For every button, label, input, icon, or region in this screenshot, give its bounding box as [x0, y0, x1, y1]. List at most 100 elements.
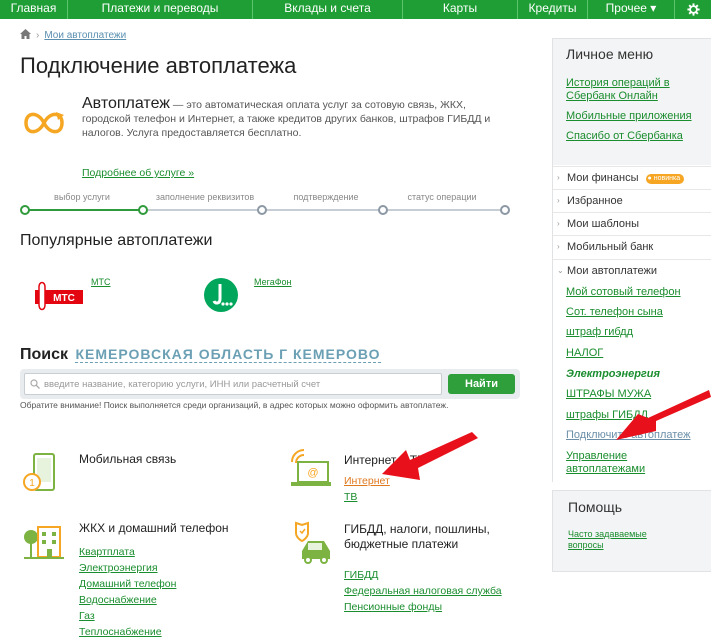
- link-tv[interactable]: ТВ: [344, 489, 390, 505]
- new-badge: ● новинка: [645, 174, 685, 184]
- step-label-details: заполнение реквизитов: [155, 192, 255, 202]
- autopay-son-phone[interactable]: Сот. телефон сына: [566, 306, 663, 319]
- step-label-select: выбор услуги: [54, 192, 110, 202]
- link-heating[interactable]: Теплоснабжение: [79, 624, 176, 640]
- category-housing-links: Квартплата Электроэнергия Домашний телеф…: [79, 544, 176, 640]
- menu-my-autopayments[interactable]: ⌄ Мои автоплатежи: [553, 259, 711, 281]
- personal-menu-title: Личное меню: [566, 46, 654, 62]
- faq-link[interactable]: Часто задаваемые вопросы: [568, 529, 663, 551]
- link-operations-history[interactable]: История операций в Сбербанк Онлайн: [566, 77, 711, 103]
- autopay-gibdd-fine[interactable]: штраф гибдд: [566, 326, 633, 339]
- search-region-link[interactable]: КЕМЕРОВСКАЯ ОБЛАСТЬ Г КЕМЕРОВО: [75, 346, 381, 363]
- popular-mts-link[interactable]: МТС: [91, 277, 111, 287]
- autopay-manage-link[interactable]: Управление автоплатежами: [566, 450, 676, 476]
- category-gibdd-title-line1: ГИБДД, налоги, пошлины,: [344, 522, 490, 536]
- nav-cards[interactable]: Карты: [403, 0, 518, 19]
- search-input[interactable]: введите название, категорию услуги, ИНН …: [24, 373, 442, 395]
- link-mobile-apps[interactable]: Мобильные приложения: [566, 110, 711, 123]
- car-badge-icon: [295, 521, 330, 564]
- new-badge-label: новинка: [653, 175, 681, 182]
- category-internet-links: Интернет ТВ: [344, 473, 390, 505]
- category-mobile-title[interactable]: Мобильная связь: [79, 452, 176, 466]
- link-gas[interactable]: Газ: [79, 608, 176, 624]
- autopay-tax[interactable]: НАЛОГ: [566, 347, 603, 360]
- breadcrumb-separator: ›: [36, 30, 40, 41]
- building-icon: [24, 526, 64, 559]
- step-dot: [378, 205, 388, 215]
- mts-logo-icon: МТС: [35, 281, 83, 311]
- step-label-status: статус операции: [407, 192, 477, 202]
- megafon-logo-icon: [204, 278, 238, 312]
- nav-credits[interactable]: Кредиты: [518, 0, 588, 19]
- search-placeholder: введите название, категорию услуги, ИНН …: [44, 379, 321, 390]
- menu-favorites-label: Избранное: [567, 195, 623, 207]
- steps-track-done: [24, 209, 142, 211]
- link-pension-funds[interactable]: Пенсионные фонды: [344, 599, 502, 615]
- popular-megafon-link[interactable]: МегаФон: [254, 277, 292, 287]
- progress-steps: выбор услуги заполнение реквизитов подтв…: [20, 192, 510, 218]
- help-title: Помощь: [568, 499, 623, 515]
- autopay-my-phone[interactable]: Мой сотовый телефон: [566, 286, 681, 299]
- help-panel: Помощь Часто задаваемые вопросы: [552, 490, 711, 572]
- autopay-electricity[interactable]: Электроэнергия: [566, 368, 660, 381]
- category-internet: @ Интернет и ТВ Интернет ТВ: [288, 448, 548, 508]
- more-about-service-link[interactable]: Подробнее об услуге »: [82, 167, 194, 179]
- menu-templates-label: Мои шаблоны: [567, 218, 639, 230]
- category-internet-title: Интернет и ТВ: [344, 453, 426, 467]
- settings-gear-icon[interactable]: [675, 0, 711, 19]
- search-button[interactable]: Найти: [448, 374, 515, 394]
- menu-mobile-bank-label: Мобильный банк: [567, 241, 654, 253]
- chevron-right-icon: ›: [557, 242, 560, 251]
- personal-menu: Личное меню История операций в Сбербанк …: [552, 38, 711, 483]
- chevron-right-icon: ›: [557, 173, 560, 182]
- autopay-connect-link[interactable]: Подключить автоплатеж: [566, 429, 691, 442]
- intro-description: Автоплатеж — это автоматическая оплата у…: [82, 95, 512, 140]
- link-home-phone[interactable]: Домашний телефон: [79, 576, 176, 592]
- step-dot: [500, 205, 510, 215]
- category-mobile: 1 Мобильная связь: [20, 448, 280, 498]
- category-gibdd: ГИБДД, налоги, пошлины, бюджетные платеж…: [288, 517, 548, 634]
- popular-mts[interactable]: МТС МТС: [34, 277, 154, 317]
- menu-mobile-bank[interactable]: › Мобильный банк: [553, 235, 711, 257]
- menu-favorites[interactable]: › Избранное: [553, 189, 711, 211]
- intro-heading: Автоплатеж: [82, 95, 170, 112]
- top-navigation: Главная Платежи и переводы Вклады и счет…: [0, 0, 711, 19]
- nav-payments[interactable]: Платежи и переводы: [68, 0, 253, 19]
- autopay-husband-fines[interactable]: ШТРАФЫ МУЖА: [566, 388, 651, 401]
- autopay-infinity-icon: [24, 112, 64, 134]
- menu-my-finances[interactable]: › Мои финансы ● новинка: [553, 166, 711, 188]
- link-rent[interactable]: Квартплата: [79, 544, 176, 560]
- search-note: Обратите внимание! Поиск выполняется сре…: [20, 400, 449, 410]
- svg-text:1: 1: [29, 478, 35, 489]
- search-label: Поиск: [20, 346, 69, 363]
- step-dot: [138, 205, 148, 215]
- autopay-gibdd-fines[interactable]: штрафы ГИБДД: [566, 409, 648, 422]
- link-electricity[interactable]: Электроэнергия: [79, 560, 176, 576]
- mts-logo-text: МТС: [53, 293, 75, 304]
- category-housing: ЖКХ и домашний телефон Квартплата Электр…: [20, 517, 280, 638]
- link-tax-service[interactable]: Федеральная налоговая служба: [344, 583, 502, 599]
- link-internet[interactable]: Интернет: [344, 473, 390, 489]
- link-spasibo[interactable]: Спасибо от Сбербанка: [566, 130, 711, 143]
- breadcrumb-autopayments-link[interactable]: Мои автоплатежи: [44, 30, 126, 41]
- menu-my-finances-label: Мои финансы: [567, 172, 639, 184]
- step-label-confirm: подтверждение: [293, 192, 359, 202]
- nav-main[interactable]: Главная: [0, 0, 68, 19]
- home-icon[interactable]: [20, 29, 31, 42]
- mobile-phone-icon: 1: [23, 453, 55, 491]
- internet-tv-icon: @: [291, 449, 331, 486]
- chevron-right-icon: ›: [557, 219, 560, 228]
- link-gibdd[interactable]: ГИБДД: [344, 567, 502, 583]
- svg-text:@: @: [307, 467, 318, 479]
- nav-other[interactable]: Прочее ▾: [588, 0, 675, 19]
- chevron-right-icon: ›: [557, 196, 560, 205]
- link-water[interactable]: Водоснабжение: [79, 592, 176, 608]
- search-icon: [30, 379, 40, 389]
- nav-deposits[interactable]: Вклады и счета: [253, 0, 403, 19]
- menu-templates[interactable]: › Мои шаблоны: [553, 212, 711, 234]
- personal-menu-top-links: История операций в Сбербанк Онлайн Мобил…: [566, 77, 711, 150]
- page-title: Подключение автоплатежа: [20, 53, 297, 78]
- breadcrumb: › Мои автоплатежи: [20, 29, 126, 42]
- category-gibdd-title-line2: бюджетные платежи: [344, 537, 459, 551]
- popular-megafon[interactable]: МегаФон: [203, 277, 323, 317]
